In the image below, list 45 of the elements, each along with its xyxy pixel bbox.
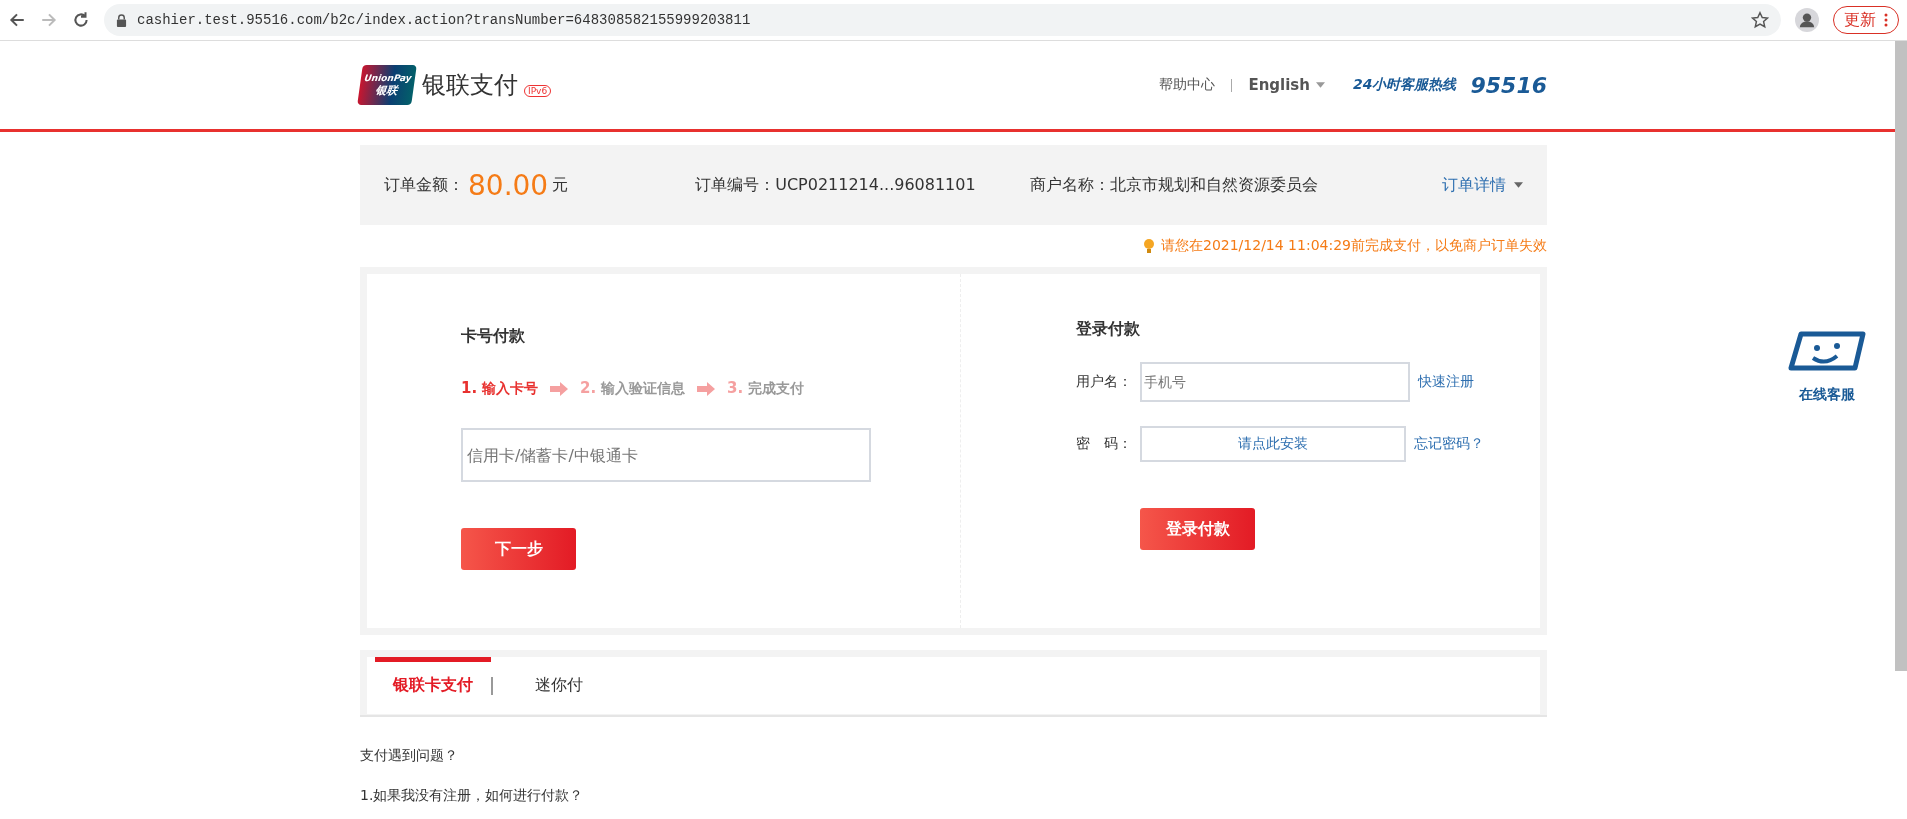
order-amount: 80.00	[468, 168, 549, 202]
profile-icon[interactable]	[1795, 8, 1819, 32]
caret-icon	[1315, 82, 1325, 88]
lock-icon	[116, 13, 127, 27]
star-icon[interactable]	[1751, 11, 1769, 29]
language-selector[interactable]: English	[1248, 76, 1325, 94]
url-text: cashier.test.95516.com/b2c/index.action?transNumber=648308582155999203811	[137, 12, 752, 28]
next-step-button[interactable]: 下一步	[461, 528, 576, 570]
username-field[interactable]: 手机号	[1140, 362, 1410, 402]
back-icon[interactable]	[8, 11, 26, 29]
login-pay-title: 登录付款	[1076, 319, 1141, 340]
progress-step: 1. 输入卡号	[461, 379, 538, 398]
help-question: 1.如果我没有注册，如何进行付款？	[360, 787, 585, 805]
register-link[interactable]: 快速注册	[1418, 373, 1474, 391]
tab[interactable]: 银联卡支付	[375, 657, 491, 714]
address-bar[interactable]: cashier.test.95516.com/b2c/index.action?transNumber=648308582155999203811	[104, 4, 1781, 36]
install-plugin-button[interactable]: 请点此安装	[1140, 426, 1406, 462]
card-pay-title: 卡号付款	[461, 326, 526, 347]
reload-icon[interactable]	[72, 11, 90, 29]
amount-label: 订单金额：	[384, 174, 464, 196]
order-number: 订单编号：UCP0211214...96081101	[695, 174, 976, 196]
help-title: 支付遇到问题？	[360, 747, 459, 765]
login-pay-button[interactable]: 登录付款	[1140, 508, 1255, 550]
currency-label: 元	[552, 174, 569, 196]
card-number-field[interactable]: 信用卡/储蓄卡/中银通卡	[461, 428, 871, 482]
hotline-number: 95516	[1470, 72, 1547, 98]
tab[interactable]: 迷你付	[517, 657, 601, 714]
caret-icon	[1514, 182, 1523, 188]
scrollbar[interactable]	[1895, 41, 1907, 671]
arrow-icon	[697, 381, 716, 396]
arrow-icon	[550, 381, 568, 396]
username-label: 用户名：	[1076, 373, 1133, 391]
forgot-password-link[interactable]: 忘记密码？	[1414, 435, 1484, 453]
payment-deadline-notice: 请您在2021/12/14 11:04:29前完成支付，以免商户订单失效	[1160, 237, 1547, 255]
more-icon[interactable]	[1884, 13, 1888, 27]
order-details-link[interactable]: 订单详情	[1442, 174, 1523, 196]
merchant-name: 商户名称：北京市规划和自然资源委员会	[1029, 174, 1318, 196]
brand-name: 银联支付	[422, 70, 518, 101]
progress-step: 2. 输入验证信息	[580, 379, 686, 398]
help-link[interactable]: 帮助中心	[1159, 76, 1216, 94]
progress-step: 3. 完成支付	[727, 379, 805, 398]
hotline-label: 24小时客服热线	[1352, 76, 1457, 94]
lightbulb-icon	[1142, 238, 1155, 254]
password-label: 密 码：	[1076, 435, 1133, 453]
update-button[interactable]: 更新	[1833, 6, 1899, 34]
